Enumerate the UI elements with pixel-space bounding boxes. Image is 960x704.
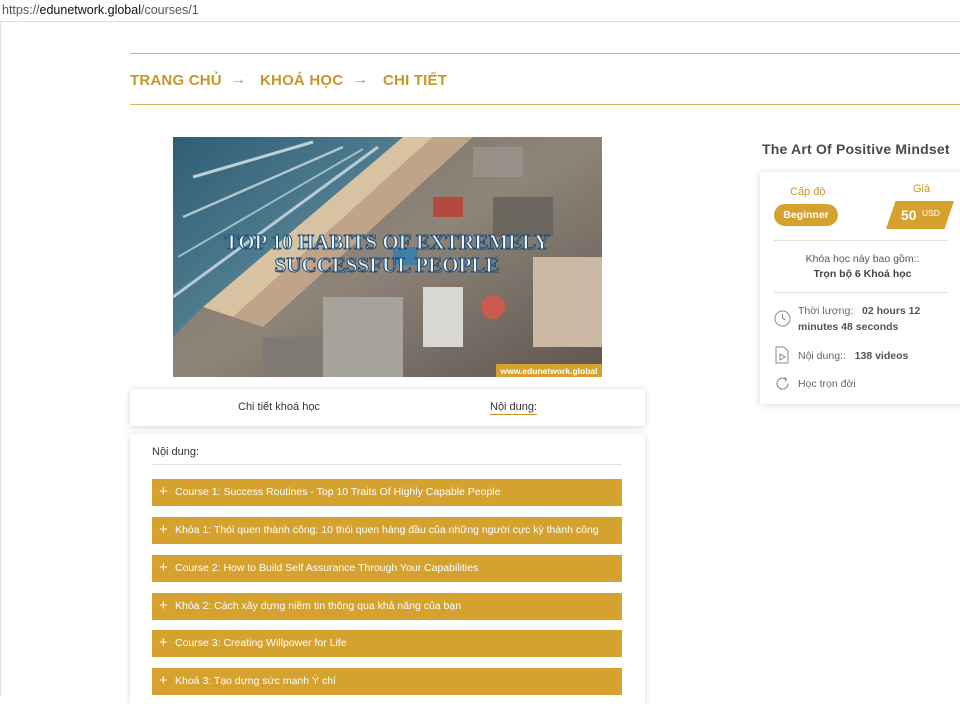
lesson-accordion-item[interactable]: + Course 1: Success Routines - Top 10 Tra… — [152, 479, 622, 506]
breadcrumb: TRANG CHỦ → KHOÁ HỌC → CHI TIẾT — [130, 53, 960, 105]
page-left-border — [0, 22, 1, 696]
breadcrumb-detail: CHI TIẾT — [383, 72, 448, 89]
refresh-icon — [774, 375, 791, 395]
content-label: Nội dung:: — [798, 350, 846, 362]
lesson-accordion-item[interactable]: + Khóa 2: Cách xây dựng niềm tin thông qu… — [152, 593, 622, 620]
plus-icon: + — [159, 521, 168, 538]
divider — [774, 240, 948, 241]
course-info-card: Cấp độ Giá Beginner 50 USD Khóa học này … — [760, 172, 960, 404]
price-badge: 50 USD — [886, 201, 954, 229]
breadcrumb-arrow-icon: → — [352, 71, 368, 88]
duration-label: Thời lượng: — [798, 305, 854, 317]
lesson-accordion-item[interactable]: + Khóa 1: Thói quen thành công: 10 thói q… — [152, 517, 622, 544]
price-currency: USD — [922, 208, 940, 218]
course-tabs: Chi tiết khoá học Nội dung: — [130, 389, 645, 426]
banner-title-line1: TOP 10 HABITS OF EXTREMELY — [225, 230, 550, 254]
price-label: Giá — [913, 183, 931, 195]
plus-icon: + — [159, 634, 168, 651]
includes-label: Khóa học này bao gồm:: — [805, 253, 920, 265]
course-content-panel: Nội dung: + Course 1: Success Routines - … — [130, 434, 645, 704]
tab-course-details[interactable]: Chi tiết khoá học — [238, 401, 320, 413]
includes-value: Trọn bộ 6 Khoá học — [813, 268, 912, 280]
lesson-accordion-item[interactable]: + Course 3: Creating Willpower for Life — [152, 630, 622, 657]
price-value: 50 — [901, 207, 917, 223]
banner-watermark: www.edunetwork.global — [500, 366, 598, 376]
lifetime-label: Học trọn đời — [798, 378, 856, 390]
video-file-icon — [774, 346, 790, 367]
browser-address-bar[interactable]: https://edunetwork.global/courses/1 — [0, 0, 960, 22]
lesson-accordion-item[interactable]: + Course 2: How to Build Self Assurance T… — [152, 555, 622, 582]
course-title: The Art Of Positive Mindset — [762, 141, 950, 157]
clock-icon — [774, 310, 791, 330]
level-label: Cấp độ — [790, 186, 826, 198]
breadcrumb-home-link[interactable]: TRANG CHỦ — [130, 72, 222, 89]
tab-content[interactable]: Nội dung: — [490, 401, 538, 415]
plus-icon: + — [159, 483, 168, 500]
content-value: 138 videos — [854, 350, 909, 362]
lesson-accordion-item[interactable]: + Khoá 3: Tạo dựng sức mạnh Ý chí — [152, 668, 622, 695]
banner-title-line2: SUCCESSFUL PEOPLE — [275, 253, 500, 277]
breadcrumb-arrow-icon: → — [230, 71, 246, 88]
content-heading: Nội dung: — [152, 446, 200, 458]
level-badge: Beginner — [774, 204, 838, 226]
divider — [152, 464, 622, 465]
url-text[interactable]: https://edunetwork.global/courses/1 — [2, 3, 199, 17]
duration-value: 02 hours 12 — [862, 305, 921, 317]
plus-icon: + — [159, 597, 168, 614]
plus-icon: + — [159, 559, 168, 576]
divider — [774, 292, 948, 293]
course-banner-image: TOP 10 HABITS OF EXTREMELY SUCCESSFUL PE… — [173, 137, 602, 377]
breadcrumb-courses-link[interactable]: KHOÁ HỌC — [260, 72, 343, 89]
duration-value-cont: minutes 48 seconds — [798, 321, 899, 333]
plus-icon: + — [159, 672, 168, 689]
